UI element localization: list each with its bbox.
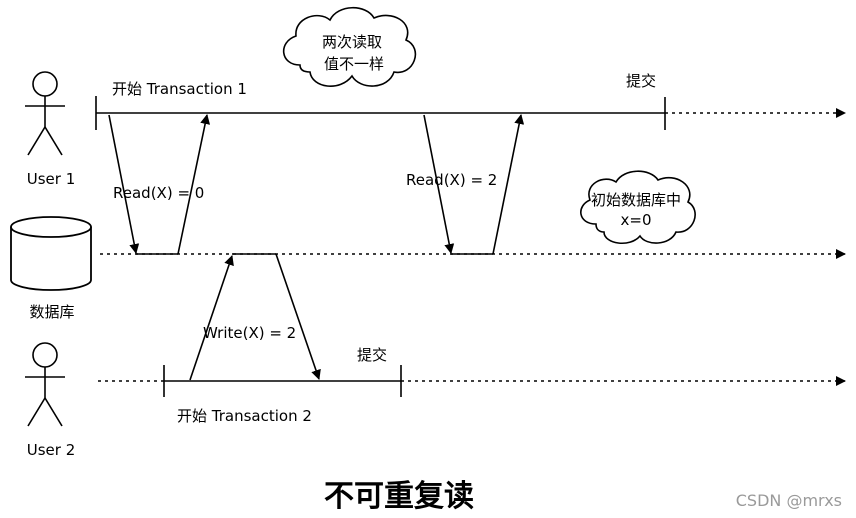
watermark: CSDN @mrxs [736,491,842,510]
transaction1-timeline [95,96,846,130]
first-read-label: Read(X) = 0 [113,184,204,202]
note-initial-line2: x=0 [621,211,652,229]
user2-label: User 2 [27,441,76,459]
user2-actor-icon [25,342,65,427]
note-two-reads-line2: 值不一样 [324,55,384,73]
user1-actor-icon [25,71,65,156]
transaction1-commit-label: 提交 [626,72,656,90]
database-icon [10,216,92,291]
second-read-label: Read(X) = 2 [406,171,497,189]
write-label: Write(X) = 2 [203,324,296,342]
transaction2-start-label: 开始 Transaction 2 [177,407,312,425]
diagram-title: 不可重复读 [324,479,474,514]
transaction1-start-label: 开始 Transaction 1 [112,80,247,98]
transaction2-timeline [98,365,846,397]
non-repeatable-read-diagram: User 1 数据库 User 2 开始 Transaction 1 提交 开始… [10,6,846,514]
user1-label: User 1 [27,170,76,188]
write-arrows [189,253,321,381]
note-initial-line1: 初始数据库中 [591,191,681,209]
database-label: 数据库 [29,303,74,321]
transaction2-commit-label: 提交 [357,346,387,364]
note-two-reads-line1: 两次读取 [322,33,382,51]
